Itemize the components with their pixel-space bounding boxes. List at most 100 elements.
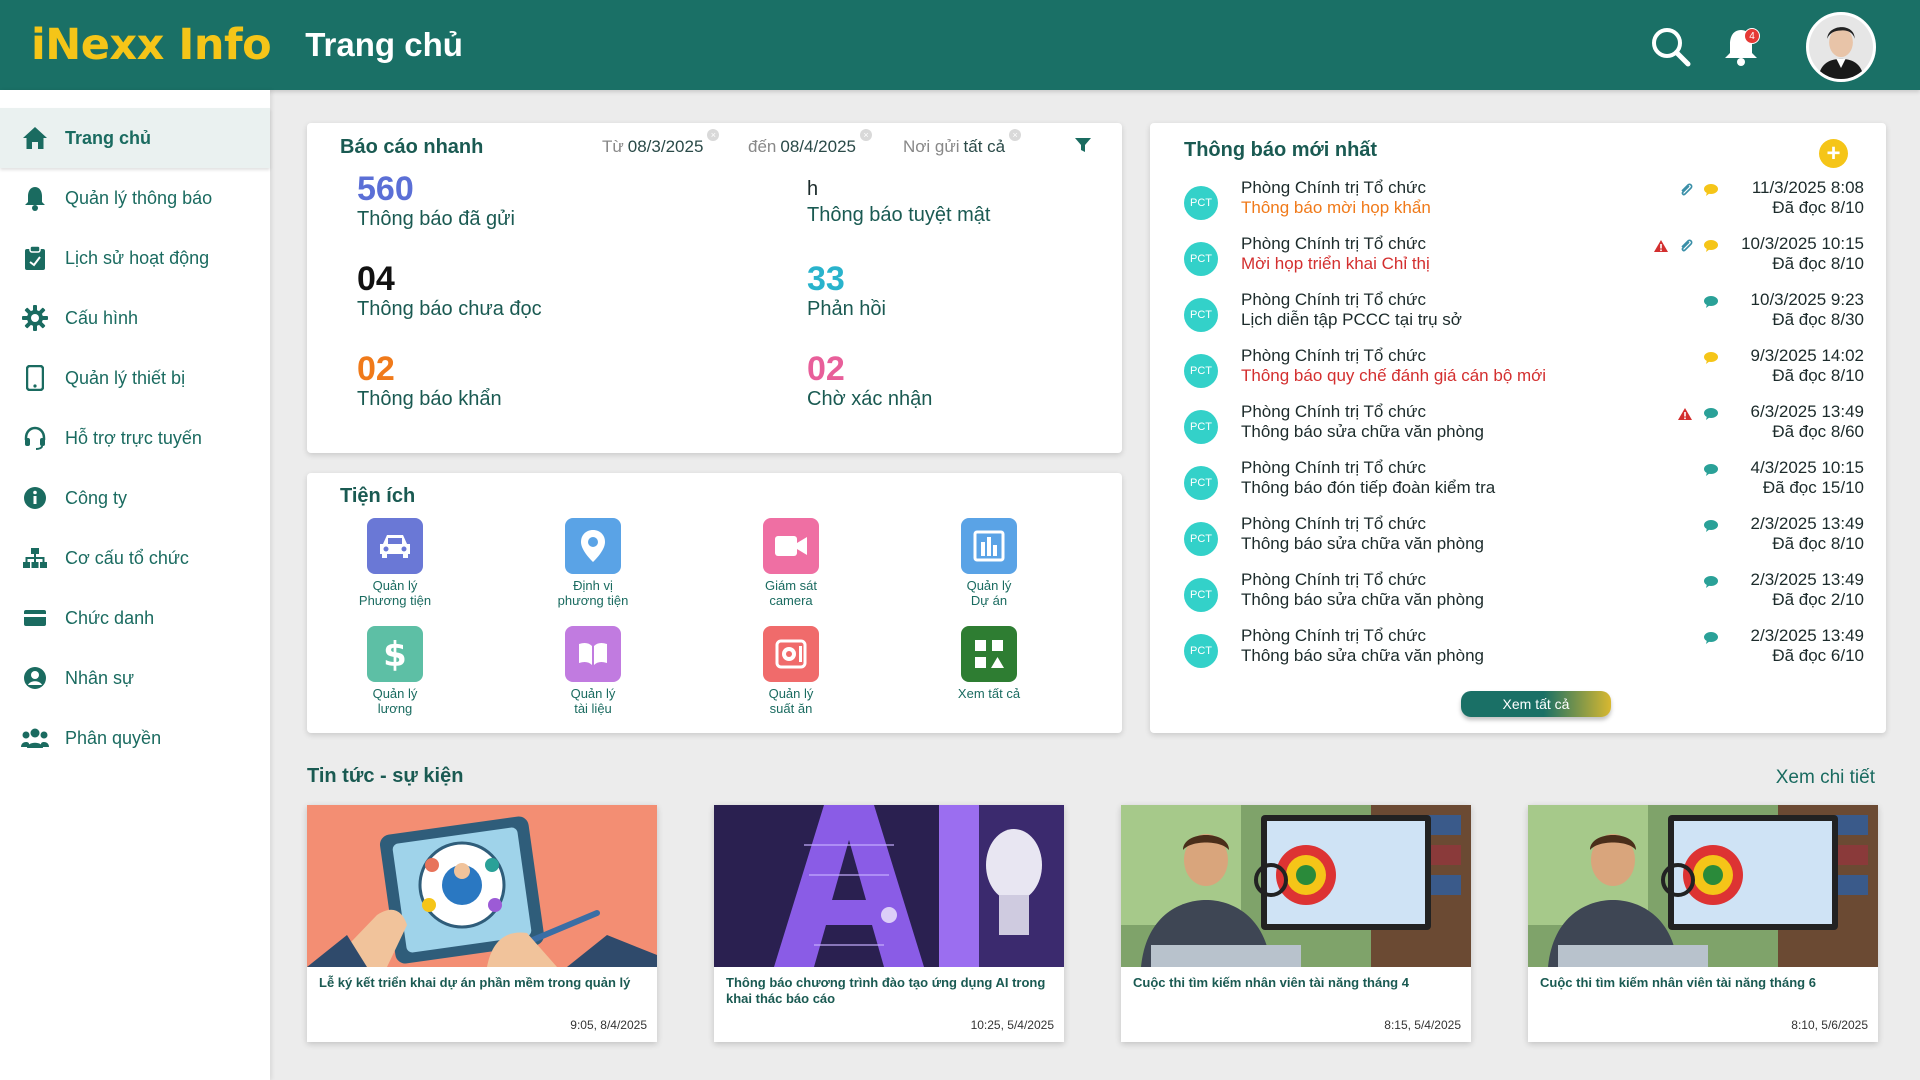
sidebar-item[interactable]: Nhân sự: [0, 648, 270, 708]
latest-notifications-card: Thông báo mới nhất + PCT Phòng Chính trị…: [1150, 123, 1886, 733]
stat-block[interactable]: 02 Chờ xác nhận: [807, 351, 932, 411]
info-icon: [20, 483, 50, 513]
news-card[interactable]: Thông báo chương trình đào tạo ứng dụng …: [714, 805, 1064, 1042]
person-icon: [20, 663, 50, 693]
notification-sender: Phòng Chính trị Tổ chức: [1241, 178, 1426, 197]
app-logo[interactable]: iNexx Info: [31, 20, 272, 70]
utility-label: Quản lý Phương tiện: [358, 578, 432, 608]
notification-sender: Phòng Chính trị Tổ chức: [1241, 458, 1426, 477]
utility-item[interactable]: Quản lý suất ăn: [731, 626, 851, 716]
notification-read-count: Đã đọc 6/10: [1772, 646, 1864, 665]
notification-row[interactable]: PCT Phòng Chính trị Tổ chức Thông báo sử…: [1184, 626, 1864, 676]
sidebar-item[interactable]: Chức danh: [0, 588, 270, 648]
utilities-title: Tiện ích: [340, 485, 416, 507]
comment-icon: [1704, 464, 1718, 476]
sidebar-item[interactable]: Quản lý thiết bị: [0, 348, 270, 408]
sender-avatar: PCT: [1184, 410, 1218, 444]
sidebar-item[interactable]: Lịch sử hoạt động: [0, 228, 270, 288]
news-card[interactable]: Cuộc thi tìm kiếm nhân viên tài năng thá…: [1528, 805, 1878, 1042]
news-see-more-link[interactable]: Xem chi tiết: [1776, 767, 1875, 789]
clear-filter-icon[interactable]: ×: [860, 129, 873, 141]
warning-icon: [1654, 240, 1668, 252]
utility-label: Quản lý tài liệu: [570, 686, 616, 716]
warning-icon: [1678, 408, 1692, 420]
notification-row[interactable]: PCT Phòng Chính trị Tổ chức Thông báo mờ…: [1184, 178, 1864, 228]
clear-filter-icon[interactable]: ×: [707, 129, 720, 141]
sidebar-item[interactable]: Cấu hình: [0, 288, 270, 348]
latest-notifications-title: Thông báo mới nhất: [1184, 139, 1378, 161]
filter-from-label: Từ: [602, 137, 624, 156]
sidebar-item[interactable]: Công ty: [0, 468, 270, 528]
notification-row[interactable]: PCT Phòng Chính trị Tổ chức Thông báo qu…: [1184, 346, 1864, 396]
sidebar-item[interactable]: Trang chủ: [0, 108, 270, 168]
search-button[interactable]: [1646, 22, 1696, 72]
notification-row[interactable]: PCT Phòng Chính trị Tổ chức Thông báo sử…: [1184, 570, 1864, 620]
utility-item[interactable]: Định vị phương tiện: [533, 518, 653, 608]
sidebar-item[interactable]: Phân quyền: [0, 708, 270, 768]
stat-block[interactable]: h Thông báo tuyệt mật: [807, 171, 990, 227]
utility-item[interactable]: Quản lý Phương tiện: [335, 518, 455, 608]
news-card[interactable]: Cuộc thi tìm kiếm nhân viên tài năng thá…: [1121, 805, 1471, 1042]
notification-sender: Phòng Chính trị Tổ chức: [1241, 626, 1426, 645]
utility-label: Quản lý lương: [372, 686, 418, 716]
news-caption: Cuộc thi tìm kiếm nhân viên tài năng thá…: [1133, 975, 1409, 990]
filter-sender[interactable]: Nơi gửi tất cả ×: [903, 129, 1022, 157]
attachment-icon: [1681, 239, 1693, 252]
notification-flags: [1639, 461, 1719, 479]
filter-from[interactable]: Từ 08/3/2025 ×: [602, 129, 720, 157]
stat-value: 04: [357, 260, 395, 298]
notification-row[interactable]: PCT Phòng Chính trị Tổ chức Mời họp triể…: [1184, 234, 1864, 284]
notification-date: 4/3/2025 10:15: [1750, 458, 1864, 477]
notification-row[interactable]: PCT Phòng Chính trị Tổ chức Thông báo sử…: [1184, 402, 1864, 452]
notification-date: 10/3/2025 9:23: [1750, 290, 1864, 309]
stat-block[interactable]: 04 Thông báo chưa đọc: [357, 261, 542, 321]
utility-item[interactable]: Giám sát camera: [731, 518, 851, 608]
notification-read-count: Đã đọc 8/10: [1772, 254, 1864, 273]
page-title: Trang chủ: [305, 26, 463, 63]
notification-sender: Phòng Chính trị Tổ chức: [1241, 346, 1426, 365]
notification-flags: [1639, 573, 1719, 591]
user-avatar[interactable]: [1806, 12, 1876, 82]
camera-icon: [763, 518, 819, 574]
sidebar-item[interactable]: Cơ cấu tổ chức: [0, 528, 270, 588]
notifications-button[interactable]: 4: [1716, 22, 1766, 72]
utility-item[interactable]: Quản lý Dự án: [929, 518, 1049, 608]
news-image: [307, 805, 657, 967]
notification-row[interactable]: PCT Phòng Chính trị Tổ chức Thông báo sử…: [1184, 514, 1864, 564]
news-section-title: Tin tức - sự kiện: [307, 765, 464, 787]
notification-sender: Phòng Chính trị Tổ chức: [1241, 234, 1426, 253]
clear-filter-icon[interactable]: ×: [1009, 129, 1022, 141]
bar-chart-icon: [961, 518, 1017, 574]
utility-label: Xem tất cả: [957, 686, 1021, 701]
dollar-icon: $: [367, 626, 423, 682]
utility-item[interactable]: Quản lý tài liệu: [533, 626, 653, 716]
see-all-button[interactable]: Xem tất cả: [1461, 691, 1611, 717]
news-card[interactable]: Lễ ký kết triển khai dự án phần mềm tron…: [307, 805, 657, 1042]
stat-label: Chờ xác nhận: [807, 388, 933, 410]
sidebar-item[interactable]: Quản lý thông báo: [0, 168, 270, 228]
sender-avatar: PCT: [1184, 522, 1218, 556]
notification-subject: Thông báo đón tiếp đoàn kiểm tra: [1241, 478, 1496, 497]
utility-item[interactable]: $ Quản lý lương: [335, 626, 455, 716]
utility-item[interactable]: Xem tất cả: [929, 626, 1049, 701]
stat-block[interactable]: 560 Thông báo đã gửi: [357, 171, 515, 231]
notification-read-count: Đã đọc 15/10: [1762, 478, 1864, 497]
add-notification-button[interactable]: +: [1819, 139, 1848, 168]
sidebar-item-label: Quản lý thiết bị: [65, 367, 186, 388]
notification-read-count: Đã đọc 2/10: [1772, 590, 1864, 609]
attachment-icon: [1681, 183, 1693, 196]
user-photo: [1809, 15, 1873, 79]
sidebar-item[interactable]: Hỗ trợ trực tuyến: [0, 408, 270, 468]
notification-date: 11/3/2025 8:08: [1751, 178, 1864, 197]
filter-to[interactable]: đến 08/4/2025 ×: [748, 129, 873, 157]
notification-row[interactable]: PCT Phòng Chính trị Tổ chức Thông báo đó…: [1184, 458, 1864, 508]
notification-subject: Lịch diễn tập PCCC tại trụ sở: [1241, 310, 1462, 329]
sidebar-item-label: Nhân sự: [65, 667, 135, 688]
stat-block[interactable]: 33 Phản hồi: [807, 261, 886, 321]
comment-icon: [1704, 408, 1718, 420]
notification-row[interactable]: PCT Phòng Chính trị Tổ chức Lịch diễn tậ…: [1184, 290, 1864, 340]
filter-button[interactable]: [1074, 136, 1092, 159]
notification-flags: [1639, 629, 1719, 647]
stat-block[interactable]: 02 Thông báo khẩn: [357, 351, 502, 411]
utilities-card: Tiện ích Quản lý Phương tiện Định vị phươn…: [307, 473, 1122, 733]
